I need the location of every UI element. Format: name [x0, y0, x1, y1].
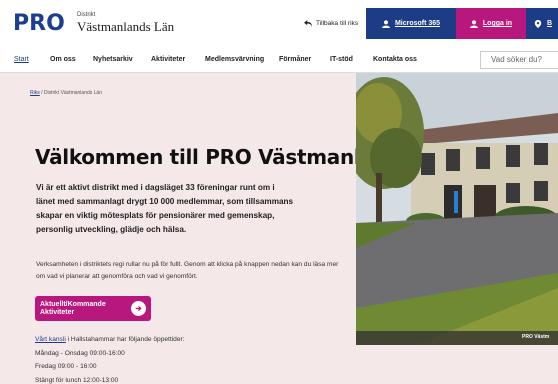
intro-text: Vi är ett aktivt distrikt med i dagsläge…	[36, 183, 294, 234]
top-header: PRO Distrikt Västmanlands Län Tillbaka t…	[0, 0, 558, 47]
office-line: Vårt kansli i Hallstahammar har följande…	[35, 333, 185, 347]
nav-item-om-oss[interactable]: Om oss	[50, 56, 76, 63]
body-text: Verksamheten i distriktets regi rullar n…	[36, 261, 339, 280]
page-title: Välkommen till PRO Västmanland	[35, 145, 402, 169]
activities-button[interactable]: Aktuellt/Kommande Aktiviteter	[35, 296, 151, 321]
nav-item-it-stod[interactable]: IT-stöd	[330, 56, 353, 63]
photo-caption: PRO Västm	[522, 334, 550, 340]
hero-section: Riks / Distrikt Västmanlands Län Välkomm…	[0, 73, 558, 384]
return-arrow-icon	[304, 20, 312, 27]
hours-line: Måndag - Onsdag 09:00-16:00	[35, 349, 125, 357]
location-button[interactable]: B	[526, 8, 558, 39]
location-pin-icon	[534, 19, 542, 28]
hours-line: Fredag 09:00 - 16:00	[35, 363, 97, 370]
breadcrumb: Riks / Distrikt Västmanlands Län	[30, 90, 102, 96]
nav-item-start[interactable]: Start	[14, 56, 29, 63]
microsoft-365-label: Microsoft 365	[394, 20, 441, 27]
nav-item-formaner[interactable]: Förmåner	[279, 56, 311, 63]
location-label: B	[547, 20, 553, 27]
org-title: Distrikt Västmanlands Län	[77, 12, 174, 34]
login-button[interactable]: Logga in	[456, 8, 526, 39]
nav-item-aktiviteter[interactable]: Aktiviteter	[151, 56, 185, 63]
hours-line: Stängt för lunch 12:00-13:00	[35, 376, 119, 384]
opening-hours: Vårt kansli i Hallstahammar har följande…	[35, 333, 185, 384]
office-link[interactable]: Vårt kansli	[35, 336, 66, 343]
breadcrumb-home-link[interactable]: Riks	[30, 90, 40, 96]
user-icon	[469, 19, 478, 28]
microsoft-365-button[interactable]: Microsoft 365	[366, 8, 456, 39]
nav-item-medlemsvarvning[interactable]: Medlemsvärvning	[205, 56, 264, 63]
search-input[interactable]: Vad söker du?	[480, 51, 558, 69]
main-nav: Start Om oss Nyhetsarkiv Aktiviteter Med…	[0, 47, 558, 73]
office-text: i Hallstahammar har följande öppettider:	[65, 336, 185, 343]
nav-item-kontakta-oss[interactable]: Kontakta oss	[373, 56, 417, 63]
back-link-label: Tillbaka till riks	[316, 20, 359, 27]
org-label: Distrikt	[77, 12, 96, 18]
org-name: Västmanlands Län	[77, 19, 175, 34]
breadcrumb-current: Distrikt Västmanlands Län	[43, 90, 102, 96]
breadcrumb-separator: /	[41, 90, 43, 96]
nav-item-nyhetsarkiv[interactable]: Nyhetsarkiv	[93, 56, 133, 63]
arrow-right-icon	[135, 305, 142, 312]
office-building-photo	[356, 73, 558, 345]
user-icon	[381, 19, 390, 28]
arrow-circle	[131, 301, 146, 316]
back-to-riks-link[interactable]: Tillbaka till riks	[304, 20, 358, 27]
pro-logo[interactable]: PRO	[13, 11, 65, 36]
login-label: Logga in	[482, 20, 513, 27]
